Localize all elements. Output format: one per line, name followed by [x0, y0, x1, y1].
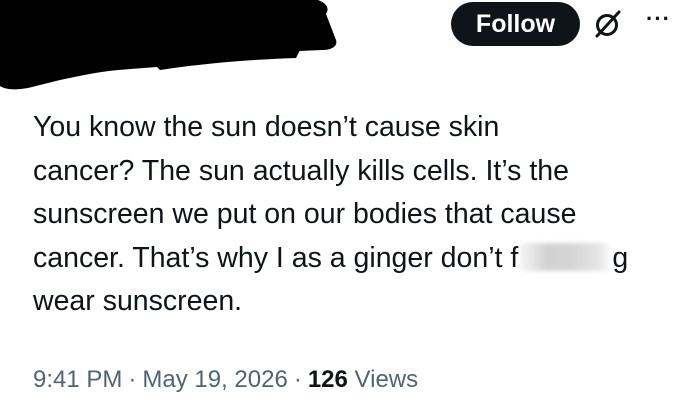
more-dots-icon[interactable]: ···	[646, 6, 671, 32]
tweet-line-censored: cancer. That’s why I as a ginger don’t f…	[33, 237, 683, 281]
follow-button[interactable]: Follow	[451, 2, 580, 46]
views-label: Views	[354, 366, 419, 393]
tweet-line: sunscreen we put on our bodies that caus…	[33, 198, 577, 230]
meta-separator: ·	[128, 366, 137, 393]
tweet-line: cancer? The sun actually kills cells. It…	[33, 154, 569, 187]
censor-blur	[519, 242, 612, 271]
tweet-text-before-censor: cancer. That’s why I as a ginger don’t f	[33, 241, 519, 274]
tweet-line: You know the sun doesn’t cause skin	[33, 111, 500, 143]
tweet-body: You know the sun doesn’t cause skin canc…	[33, 106, 683, 324]
grok-slashed-circle-icon[interactable]	[592, 8, 624, 40]
tweet-text-after-censor: g	[612, 241, 629, 274]
redacted-user-header	[0, 0, 337, 90]
tweet-time[interactable]: 9:41 PM	[33, 366, 122, 393]
tweet-meta: 9:41 PM · May 19, 2026 · 126 Views	[33, 366, 418, 394]
tweet-line: wear sunscreen.	[33, 285, 243, 317]
meta-separator: ·	[293, 366, 302, 393]
tweet-date[interactable]: May 19, 2026	[142, 366, 287, 393]
views-count: 126	[307, 366, 348, 393]
